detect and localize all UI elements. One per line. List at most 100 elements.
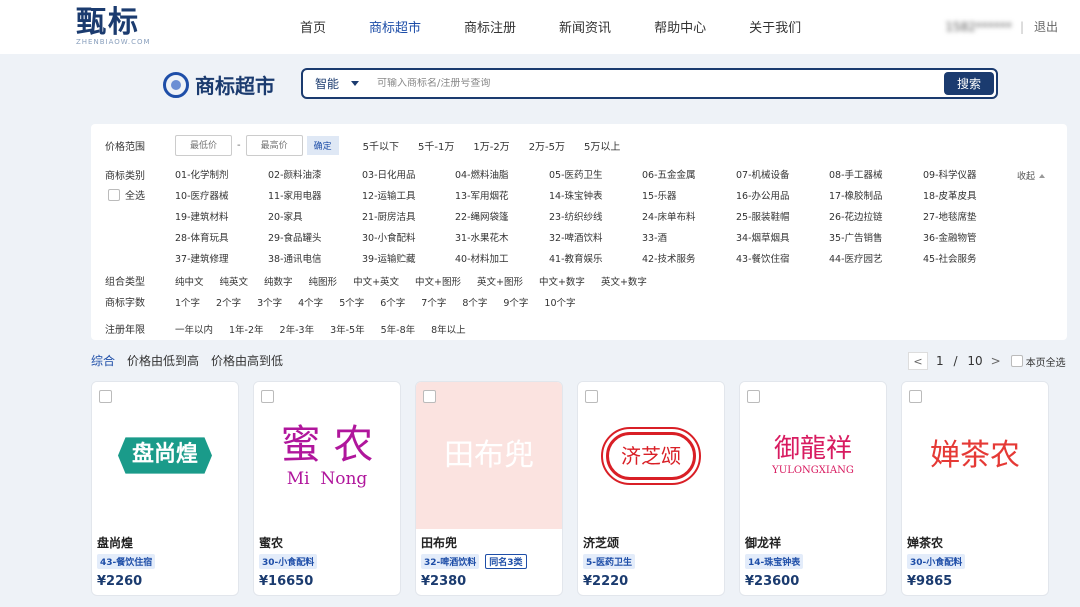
trademark-card[interactable]: 婵茶农 婵茶农 30-小食配料 ¥9865 xyxy=(901,381,1049,596)
category-item[interactable]: 45-社会服务 xyxy=(923,251,977,265)
category-item[interactable]: 12-运输工具 xyxy=(362,188,416,202)
category-item[interactable]: 38-通讯电信 xyxy=(268,251,322,265)
price-confirm-button[interactable]: 确定 xyxy=(306,136,339,155)
years-option[interactable]: 5年-8年 xyxy=(381,322,416,336)
category-item[interactable]: 23-纺织纱线 xyxy=(549,209,603,223)
price-option[interactable]: 5万以上 xyxy=(584,138,620,153)
select-page-checkbox[interactable] xyxy=(1010,355,1023,367)
price-option[interactable]: 2万-5万 xyxy=(529,138,565,153)
years-option[interactable]: 一年以内 xyxy=(175,322,213,336)
category-item[interactable]: 08-手工器械 xyxy=(829,167,883,181)
category-item[interactable]: 18-皮革皮具 xyxy=(923,188,977,202)
category-item[interactable]: 19-建筑材料 xyxy=(175,209,229,223)
category-item[interactable]: 06-五金金属 xyxy=(642,167,696,181)
category-item[interactable]: 04-燃料油脂 xyxy=(455,167,509,181)
min-price-input[interactable] xyxy=(175,135,232,156)
card-checkbox[interactable] xyxy=(909,390,922,403)
trademark-card[interactable]: 御龍祥 YULONGXIANG 御龙祥 14-珠宝钟表 ¥23600 xyxy=(739,381,887,596)
category-item[interactable]: 26-花边拉链 xyxy=(829,209,883,223)
category-item[interactable]: 30-小食配料 xyxy=(362,230,416,244)
category-item[interactable]: 11-家用电器 xyxy=(268,188,322,202)
collapse-toggle[interactable]: 收起 xyxy=(1017,169,1046,182)
sort-price-asc[interactable]: 价格由低到高 xyxy=(127,352,199,369)
nav-about[interactable]: 关于我们 xyxy=(749,17,801,36)
sort-price-desc[interactable]: 价格由高到低 xyxy=(211,352,283,369)
chars-option[interactable]: 5个字 xyxy=(339,295,364,309)
prev-page-button[interactable]: < xyxy=(908,352,928,370)
nav-trademark-market[interactable]: 商标超市 xyxy=(369,17,421,36)
category-item[interactable]: 31-水果花木 xyxy=(455,230,509,244)
combo-option[interactable]: 纯英文 xyxy=(220,274,249,288)
chars-option[interactable]: 1个字 xyxy=(175,295,200,309)
years-option[interactable]: 3年-5年 xyxy=(330,322,365,336)
combo-option[interactable]: 中文+数字 xyxy=(539,274,585,288)
category-select-all[interactable]: 全选 xyxy=(108,187,145,202)
card-checkbox[interactable] xyxy=(585,390,598,403)
search-button[interactable]: 搜索 xyxy=(944,72,994,95)
category-item[interactable]: 15-乐器 xyxy=(642,188,677,202)
card-checkbox[interactable] xyxy=(261,390,274,403)
combo-option[interactable]: 中文+图形 xyxy=(415,274,461,288)
category-item[interactable]: 17-橡胶制品 xyxy=(829,188,883,202)
chars-option[interactable]: 9个字 xyxy=(503,295,528,309)
chars-option[interactable]: 7个字 xyxy=(421,295,446,309)
next-page-button[interactable]: > xyxy=(991,354,1001,368)
combo-option[interactable]: 纯数字 xyxy=(264,274,293,288)
category-item[interactable]: 02-颜料油漆 xyxy=(268,167,322,181)
category-item[interactable]: 35-广告销售 xyxy=(829,230,883,244)
combo-option[interactable]: 中文+英文 xyxy=(353,274,399,288)
select-page-all[interactable]: 本页全选 xyxy=(1010,354,1066,369)
category-item[interactable]: 01-化学制剂 xyxy=(175,167,229,181)
category-item[interactable]: 34-烟草烟具 xyxy=(736,230,790,244)
category-item[interactable]: 29-食品罐头 xyxy=(268,230,322,244)
max-price-input[interactable] xyxy=(245,135,303,156)
category-item[interactable]: 25-服装鞋帽 xyxy=(736,209,790,223)
chars-option[interactable]: 10个字 xyxy=(544,295,575,309)
category-item[interactable]: 03-日化用品 xyxy=(362,167,416,181)
years-option[interactable]: 8年以上 xyxy=(431,322,466,336)
trademark-card[interactable]: 田布兜 田布兜 32-啤酒饮料 同名3类 ¥2380 xyxy=(415,381,563,596)
chars-option[interactable]: 3个字 xyxy=(257,295,282,309)
category-item[interactable]: 37-建筑修理 xyxy=(175,251,229,265)
card-checkbox[interactable] xyxy=(423,390,436,403)
trademark-card[interactable]: 济芝颂 济芝颂 5-医药卫生 ¥2220 xyxy=(577,381,725,596)
sort-default[interactable]: 综合 xyxy=(91,352,115,369)
chars-option[interactable]: 6个字 xyxy=(380,295,405,309)
category-item[interactable]: 14-珠宝钟表 xyxy=(549,188,603,202)
nav-help[interactable]: 帮助中心 xyxy=(654,17,706,36)
chars-option[interactable]: 8个字 xyxy=(462,295,487,309)
years-option[interactable]: 1年-2年 xyxy=(229,322,264,336)
category-item[interactable]: 07-机械设备 xyxy=(736,167,790,181)
nav-home[interactable]: 首页 xyxy=(300,17,326,36)
chars-option[interactable]: 4个字 xyxy=(298,295,323,309)
logout-link[interactable]: 退出 xyxy=(1034,18,1058,35)
category-item[interactable]: 40-材料加工 xyxy=(455,251,509,265)
category-item[interactable]: 05-医药卫生 xyxy=(549,167,603,181)
category-item[interactable]: 10-医疗器械 xyxy=(175,188,229,202)
category-item[interactable]: 42-技术服务 xyxy=(642,251,696,265)
category-item[interactable]: 24-床单布料 xyxy=(642,209,696,223)
trademark-card[interactable]: 盘尚煌 盘尚煌 43-餐饮住宿 ¥2260 xyxy=(91,381,239,596)
search-mode-dropdown[interactable]: 智能 xyxy=(315,75,360,92)
category-item[interactable]: 09-科学仪器 xyxy=(923,167,977,181)
price-option[interactable]: 1万-2万 xyxy=(473,138,509,153)
trademark-card[interactable]: 蜜 农 Mi Nong 蜜农 30-小食配料 ¥16650 xyxy=(253,381,401,596)
chars-option[interactable]: 2个字 xyxy=(216,295,241,309)
category-item[interactable]: 28-体育玩具 xyxy=(175,230,229,244)
select-all-checkbox[interactable] xyxy=(108,188,120,201)
combo-option[interactable]: 纯中文 xyxy=(175,274,204,288)
category-item[interactable]: 33-酒 xyxy=(642,230,667,244)
combo-option[interactable]: 纯图形 xyxy=(309,274,338,288)
nav-news[interactable]: 新闻资讯 xyxy=(559,17,611,36)
category-item[interactable]: 39-运输贮藏 xyxy=(362,251,416,265)
search-input[interactable] xyxy=(377,78,918,89)
category-item[interactable]: 16-办公用品 xyxy=(736,188,790,202)
category-item[interactable]: 32-啤酒饮料 xyxy=(549,230,603,244)
category-item[interactable]: 27-地毯席垫 xyxy=(923,209,977,223)
category-item[interactable]: 22-绳网袋篷 xyxy=(455,209,509,223)
combo-option[interactable]: 英文+数字 xyxy=(601,274,647,288)
category-item[interactable]: 41-教育娱乐 xyxy=(549,251,603,265)
category-item[interactable]: 44-医疗园艺 xyxy=(829,251,883,265)
category-item[interactable]: 21-厨房洁具 xyxy=(362,209,416,223)
category-item[interactable]: 13-军用烟花 xyxy=(455,188,509,202)
